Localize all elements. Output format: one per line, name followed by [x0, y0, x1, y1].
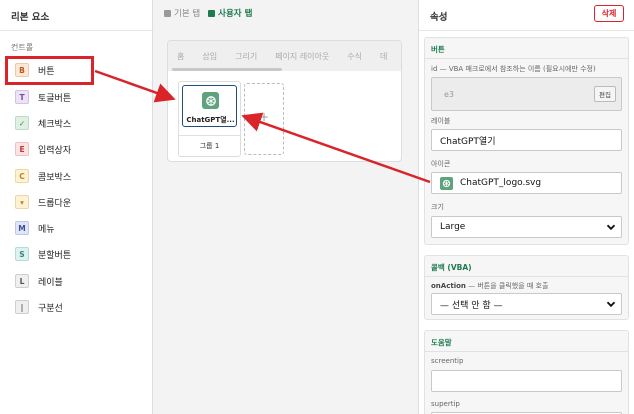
arrow-to-ribbon-button: [94, 69, 176, 103]
arrow-from-icon-field: [241, 112, 431, 184]
annotation-arrows: [94, 69, 431, 184]
